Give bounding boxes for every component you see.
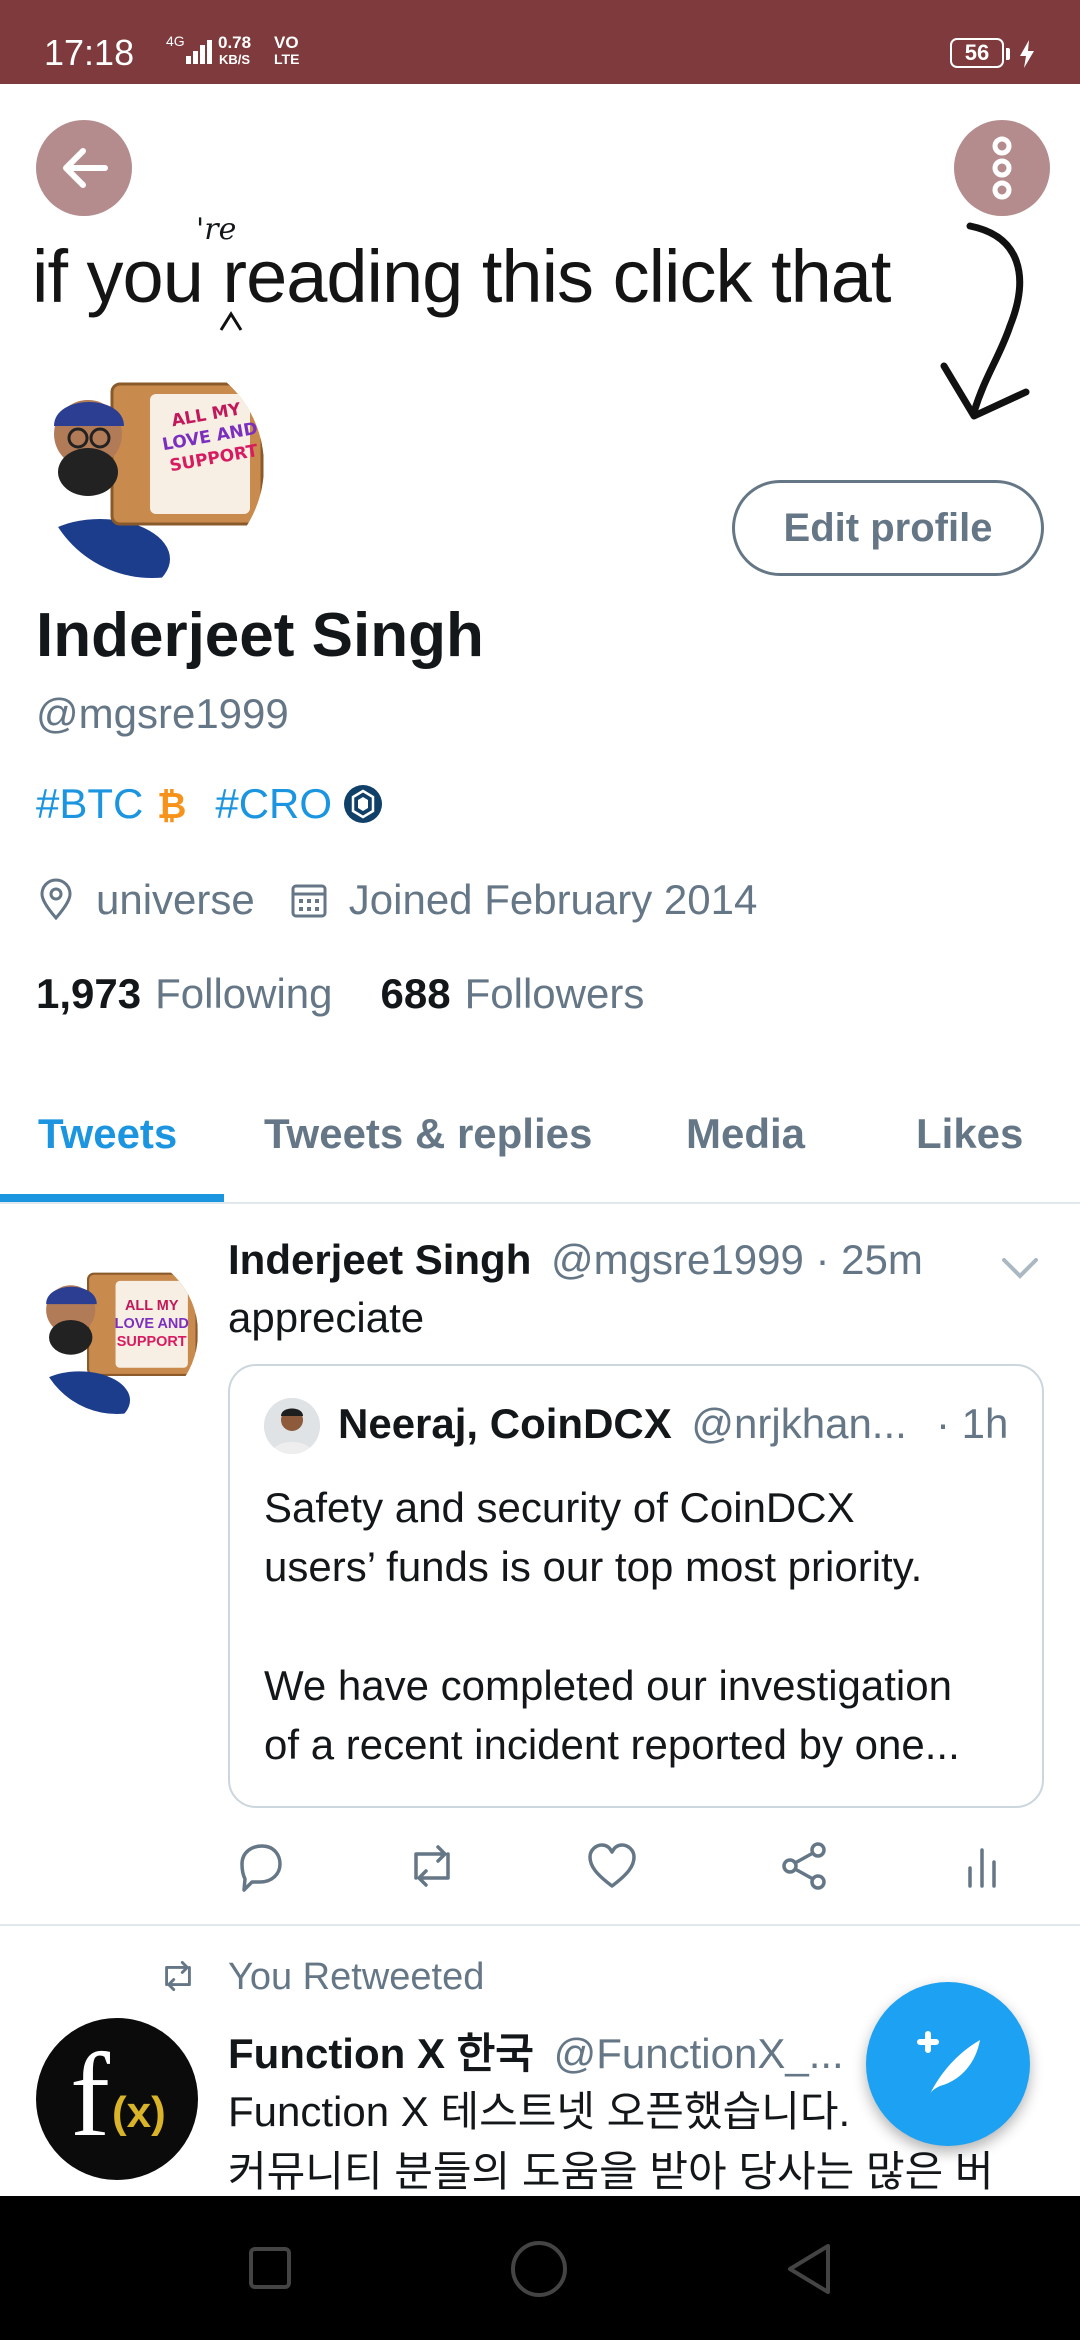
system-nav-bar: [0, 2196, 1080, 2340]
tweet-header: Function X 한국 @FunctionX_...: [228, 2020, 844, 2081]
speed-value: 0.78: [218, 33, 252, 52]
tweet[interactable]: ALL MY LOVE AND SUPPORT Inderjeet Singh …: [0, 1204, 1080, 1926]
person-avatar-icon: [264, 1398, 320, 1454]
tweet-author-name[interactable]: Function X 한국: [228, 2030, 534, 2077]
back-arrow-icon: [63, 148, 108, 188]
following-count: 1,973: [36, 970, 142, 1017]
tweet-text: appreciate: [228, 1294, 425, 1341]
tab-media[interactable]: Media: [686, 1110, 805, 1158]
profile-meta: universe Joined February 2014: [36, 876, 757, 924]
share-icon[interactable]: [776, 1838, 832, 1894]
svg-text:₿: ₿: [157, 786, 186, 824]
volte-bottom: LTE: [274, 51, 300, 67]
followers-label: Followers: [464, 970, 645, 1017]
tab-tweets[interactable]: Tweets: [38, 1110, 177, 1158]
tweet-handle-time: @mgsre1999 · 25m: [551, 1236, 923, 1283]
caret-mark-icon: [219, 311, 243, 331]
back-button[interactable]: [36, 120, 132, 216]
location-text: universe: [96, 876, 255, 923]
tweet-avatar[interactable]: ALL MY LOVE AND SUPPORT: [36, 1252, 198, 1414]
clock: 17:18: [44, 32, 135, 73]
avatar-illustration: ALL MY LOVE AND SUPPORT: [36, 1272, 198, 1414]
reply-icon[interactable]: [232, 1838, 288, 1894]
quote-header: Neeraj, CoinDCX @nrjkhan...: [338, 1400, 907, 1448]
header-banner: 're if you reading this click that: [0, 84, 1080, 420]
active-tab-indicator: [0, 1194, 224, 1202]
quote-time: · 1h: [936, 1400, 1009, 1447]
tweet-actions: [228, 1830, 1044, 1910]
hashtag-btc[interactable]: #BTC: [36, 780, 143, 828]
svg-text:ALL MY: ALL MY: [125, 1298, 179, 1314]
home-icon[interactable]: [510, 2240, 568, 2298]
tweet-header: Inderjeet Singh @mgsre1999 · 25m: [228, 1236, 923, 1284]
quote-line: users’ funds is our top most priority.: [264, 1543, 923, 1590]
quote-line: We have completed our investigation: [264, 1662, 952, 1709]
quote-avatar: [264, 1398, 320, 1454]
analytics-icon[interactable]: [954, 1838, 1010, 1894]
volte-indicator: VO LTE: [274, 34, 299, 68]
tweet-text-line: 커뮤니티 분들의 도움을 받아 당사는 많은 버: [228, 2148, 994, 2195]
following-link[interactable]: 1,973 Following: [36, 970, 333, 1018]
like-icon[interactable]: [584, 1838, 640, 1894]
quoted-tweet[interactable]: Neeraj, CoinDCX @nrjkhan... · 1h Safety …: [228, 1364, 1044, 1808]
calendar-icon: [291, 884, 327, 918]
status-bar: 17:18 4G 0.78 KB/S VO LTE 56: [0, 0, 1080, 84]
display-name: Inderjeet Singh: [36, 601, 484, 670]
retweet-icon[interactable]: [404, 1838, 460, 1894]
quote-author-name: Neeraj, CoinDCX: [338, 1400, 672, 1447]
more-vertical-icon: [992, 136, 1012, 200]
follow-stats: 1,973 Following 688 Followers: [36, 970, 644, 1018]
quote-handle: @nrjkhan...: [691, 1400, 907, 1447]
quote-line: Safety and security of CoinDCX: [264, 1484, 855, 1531]
volte-top: VO: [274, 33, 299, 52]
tweet-author-name[interactable]: Inderjeet Singh: [228, 1236, 531, 1283]
charging-icon: [1020, 40, 1034, 68]
hand-drawn-arrow-icon: [940, 222, 1030, 420]
chevron-down-icon[interactable]: [1000, 1254, 1040, 1284]
tab-likes[interactable]: Likes: [916, 1110, 1023, 1158]
followers-link[interactable]: 688 Followers: [381, 970, 645, 1018]
followers-count: 688: [380, 970, 451, 1017]
profile-avatar[interactable]: ALL MY LOVE AND SUPPORT: [36, 350, 268, 582]
bitcoin-icon: ₿: [157, 786, 186, 824]
recents-icon[interactable]: [248, 2246, 292, 2290]
bio: #BTC ₿ #CRO: [36, 780, 384, 828]
location-icon: [40, 878, 72, 921]
function-x-logo-x: (x): [112, 2088, 166, 2137]
compose-tweet-button[interactable]: [866, 1982, 1030, 2146]
user-handle: @mgsre1999: [36, 690, 289, 737]
svg-text:SUPPORT: SUPPORT: [117, 1334, 187, 1350]
compose-feather-icon: [917, 2031, 980, 2094]
quote-line: of a recent incident reported by one...: [264, 1721, 960, 1768]
more-options-button[interactable]: [954, 120, 1050, 216]
retweet-icon: [165, 1961, 191, 1991]
speed-indicator: 0.78 KB/S: [218, 34, 251, 68]
crypto-com-icon: [344, 785, 383, 823]
retweet-label: You Retweeted: [228, 1956, 485, 1998]
back-nav-icon[interactable]: [784, 2242, 834, 2296]
tweet-avatar[interactable]: f (x): [36, 2018, 198, 2180]
edit-profile-button[interactable]: Edit profile: [732, 480, 1044, 576]
profile-tabs: Tweets Tweets & replies Media Likes: [0, 1080, 1080, 1204]
hashtag-cro[interactable]: #CRO: [215, 780, 332, 828]
joined-date: Joined February 2014: [348, 876, 758, 923]
tweet-text-line: Function X 테스트넷 오픈했습니다.: [228, 2088, 851, 2135]
svg-text:LOVE AND: LOVE AND: [115, 1316, 189, 1332]
tweet-handle: @FunctionX_...: [553, 2030, 844, 2077]
signal-icon: [186, 40, 212, 64]
battery-indicator: 56: [950, 38, 1010, 68]
tab-tweets-replies[interactable]: Tweets & replies: [264, 1110, 592, 1158]
speed-unit: KB/S: [219, 52, 251, 67]
following-label: Following: [155, 970, 333, 1017]
banner-text: if you reading this click that: [32, 235, 891, 318]
function-x-logo-f: f: [70, 2028, 110, 2161]
